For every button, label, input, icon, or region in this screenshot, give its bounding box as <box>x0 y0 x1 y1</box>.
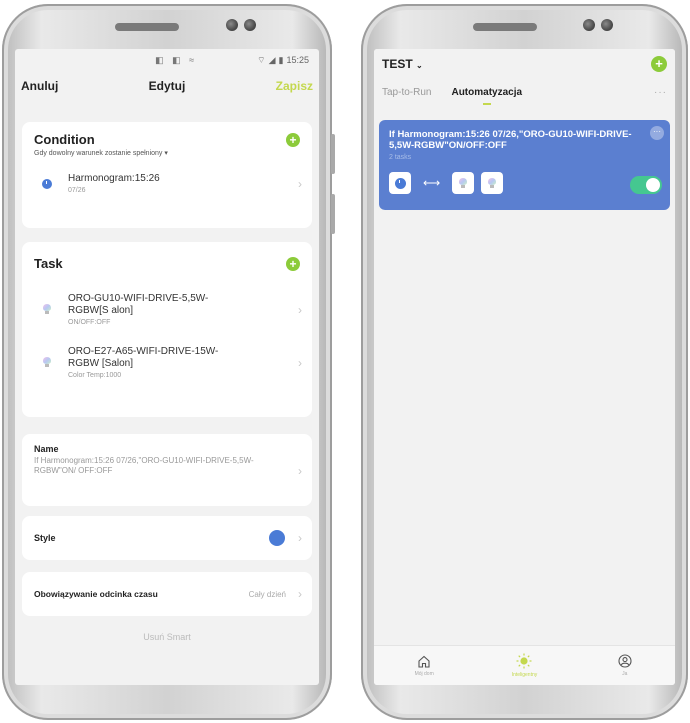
automation-card[interactable]: If Harmonogram:15:26 07/26,"ORO-GU10-WIF… <box>379 120 670 210</box>
clock-icon <box>389 172 411 194</box>
save-button[interactable]: Zapisz <box>276 79 313 93</box>
condition-item[interactable]: Harmonogram:15:26 07/26 › <box>22 173 312 194</box>
task-sub: Color Temp:1000 <box>68 372 122 379</box>
clock-text: 15:25 <box>286 55 309 65</box>
condition-text: Harmonogram:15:26 07/26 <box>68 173 160 194</box>
speaker-grille <box>472 23 537 31</box>
condition-title: Condition <box>34 132 95 147</box>
chevron-right-icon: › <box>298 355 302 370</box>
style-row: Style › <box>22 516 312 560</box>
style-title: Style <box>34 533 56 543</box>
validity-card[interactable]: Obowiązywanie odcinka czasu Cały dzień › <box>22 572 312 616</box>
task-item[interactable]: ORO-E27-A65-WIFI-DRIVE-15W-RGBW [Salon] … <box>22 346 312 379</box>
add-condition-button[interactable]: + <box>286 132 300 147</box>
cancel-button[interactable]: Anuluj <box>21 79 58 93</box>
nav-me[interactable]: Ja <box>595 654 655 677</box>
chevron-right-icon: › <box>298 176 302 191</box>
task-text: ORO-GU10-WIFI-DRIVE-5,5W-RGBW[S alon] ON… <box>68 293 243 326</box>
name-title: Name <box>34 444 59 454</box>
name-value: If Harmonogram:15:26 07/26,"ORO-GU10-WIF… <box>34 456 254 475</box>
more-icon[interactable]: ··· <box>654 87 667 98</box>
task-card: Task + ORO-GU10-WIFI-DRIVE-5,5W-RGBW[S a… <box>22 242 312 417</box>
validity-title: Obowiązywanie odcinka czasu <box>34 589 158 599</box>
chevron-down-icon: ⌄ <box>416 61 423 70</box>
condition-mode-selector[interactable]: Gdy dowolny warunek zostanie spełniony ▾ <box>22 147 312 159</box>
sun-icon <box>516 653 532 669</box>
smart-scenes-screen: TEST ⌄ + Tap-to-Run Automatyzacja ··· If… <box>374 49 675 685</box>
chevron-right-icon: › <box>298 587 302 601</box>
status-bar: ◧ ◧ ≈ ⌔ ◢ ▮ 15:25 <box>15 49 319 71</box>
task-text: ORO-E27-A65-WIFI-DRIVE-15W-RGBW [Salon] … <box>68 346 248 379</box>
style-color-swatch <box>269 530 285 546</box>
arrow-icon: ⟷ <box>423 176 441 190</box>
task-item[interactable]: ORO-GU10-WIFI-DRIVE-5,5W-RGBW[S alon] ON… <box>22 293 312 326</box>
page-title: Edytuj <box>148 79 186 93</box>
condition-header: Condition + <box>22 122 312 147</box>
bulb-icon <box>481 172 504 194</box>
chevron-right-icon: › <box>298 464 302 478</box>
notification-icons: ◧ ◧ ≈ <box>155 54 198 65</box>
nav-label: Inteligentny <box>511 672 538 678</box>
wifi-icon: ⌔ <box>257 54 266 65</box>
chevron-right-icon: › <box>298 302 302 317</box>
condition-sub: 07/26 <box>68 187 86 194</box>
bottom-nav: Mój dom Inteligentny Ja <box>374 645 675 685</box>
sensor-icon <box>601 19 613 31</box>
validity-row: Obowiązywanie odcinka czasu Cały dzień › <box>22 572 312 616</box>
home-icon <box>418 655 430 668</box>
style-card[interactable]: Style › <box>22 516 312 560</box>
phone-frame-right: TEST ⌄ + Tap-to-Run Automatyzacja ··· If… <box>361 4 688 720</box>
tab-automation[interactable]: Automatyzacja <box>451 87 522 98</box>
home-name: TEST <box>382 57 413 71</box>
automation-icons: ⟷ <box>389 172 504 194</box>
top-bar: Anuluj Edytuj Zapisz <box>15 71 319 101</box>
home-header: TEST ⌄ + <box>374 49 675 79</box>
nav-label: Ja <box>622 671 628 677</box>
status-right: ⌔ ◢ ▮ 15:25 <box>257 55 309 66</box>
automation-title: If Harmonogram:15:26 07/26,"ORO-GU10-WIF… <box>389 129 632 151</box>
edit-automation-screen: ◧ ◧ ≈ ⌔ ◢ ▮ 15:25 Anuluj Edytuj Zapisz C… <box>15 49 319 685</box>
name-card[interactable]: Name If Harmonogram:15:26 07/26,"ORO-GU1… <box>22 434 312 506</box>
phone-frame-left: ◧ ◧ ≈ ⌔ ◢ ▮ 15:25 Anuluj Edytuj Zapisz C… <box>2 4 335 720</box>
nav-home[interactable]: Mój dom <box>394 655 454 677</box>
home-selector[interactable]: TEST ⌄ <box>382 57 423 71</box>
sensor-icon <box>244 19 256 31</box>
scene-tabs: Tap-to-Run Automatyzacja ··· <box>374 79 675 105</box>
volume-button <box>331 134 335 174</box>
add-task-button[interactable]: + <box>286 256 300 271</box>
power-button <box>331 194 335 234</box>
bulb-icon <box>34 304 60 315</box>
task-main: ORO-GU10-WIFI-DRIVE-5,5W-RGBW[S alon] <box>68 293 209 316</box>
more-icon[interactable]: ··· <box>650 126 664 140</box>
clock-icon <box>34 178 60 189</box>
add-scene-button[interactable]: + <box>651 56 667 72</box>
validity-value: Cały dzień <box>248 589 286 599</box>
camera-icon <box>226 19 238 31</box>
nav-label: Mój dom <box>414 670 434 677</box>
task-main: ORO-E27-A65-WIFI-DRIVE-15W-RGBW [Salon] <box>68 346 219 369</box>
task-header: Task + <box>22 242 312 271</box>
toggle-knob <box>646 178 660 192</box>
automation-toggle[interactable] <box>630 176 662 194</box>
task-title: Task <box>34 256 63 271</box>
condition-main: Harmonogram:15:26 <box>68 173 160 184</box>
user-icon <box>618 654 632 668</box>
battery-icon: ▮ <box>278 54 284 65</box>
signal-icon: ◢ <box>268 54 276 65</box>
task-sub: ON/OFF:OFF <box>68 319 111 326</box>
tab-tap-to-run[interactable]: Tap-to-Run <box>382 87 431 98</box>
speaker-grille <box>115 23 179 31</box>
condition-card: Condition + Gdy dowolny warunek zostanie… <box>22 122 312 228</box>
bulb-icon <box>34 357 60 368</box>
camera-icon <box>583 19 595 31</box>
automation-task-count: 2 tasks <box>389 154 412 161</box>
chevron-right-icon: › <box>298 531 302 545</box>
delete-smart-button[interactable]: Usuń Smart <box>15 632 319 642</box>
nav-smart[interactable]: Inteligentny <box>494 653 554 678</box>
bulb-icon <box>452 172 475 194</box>
